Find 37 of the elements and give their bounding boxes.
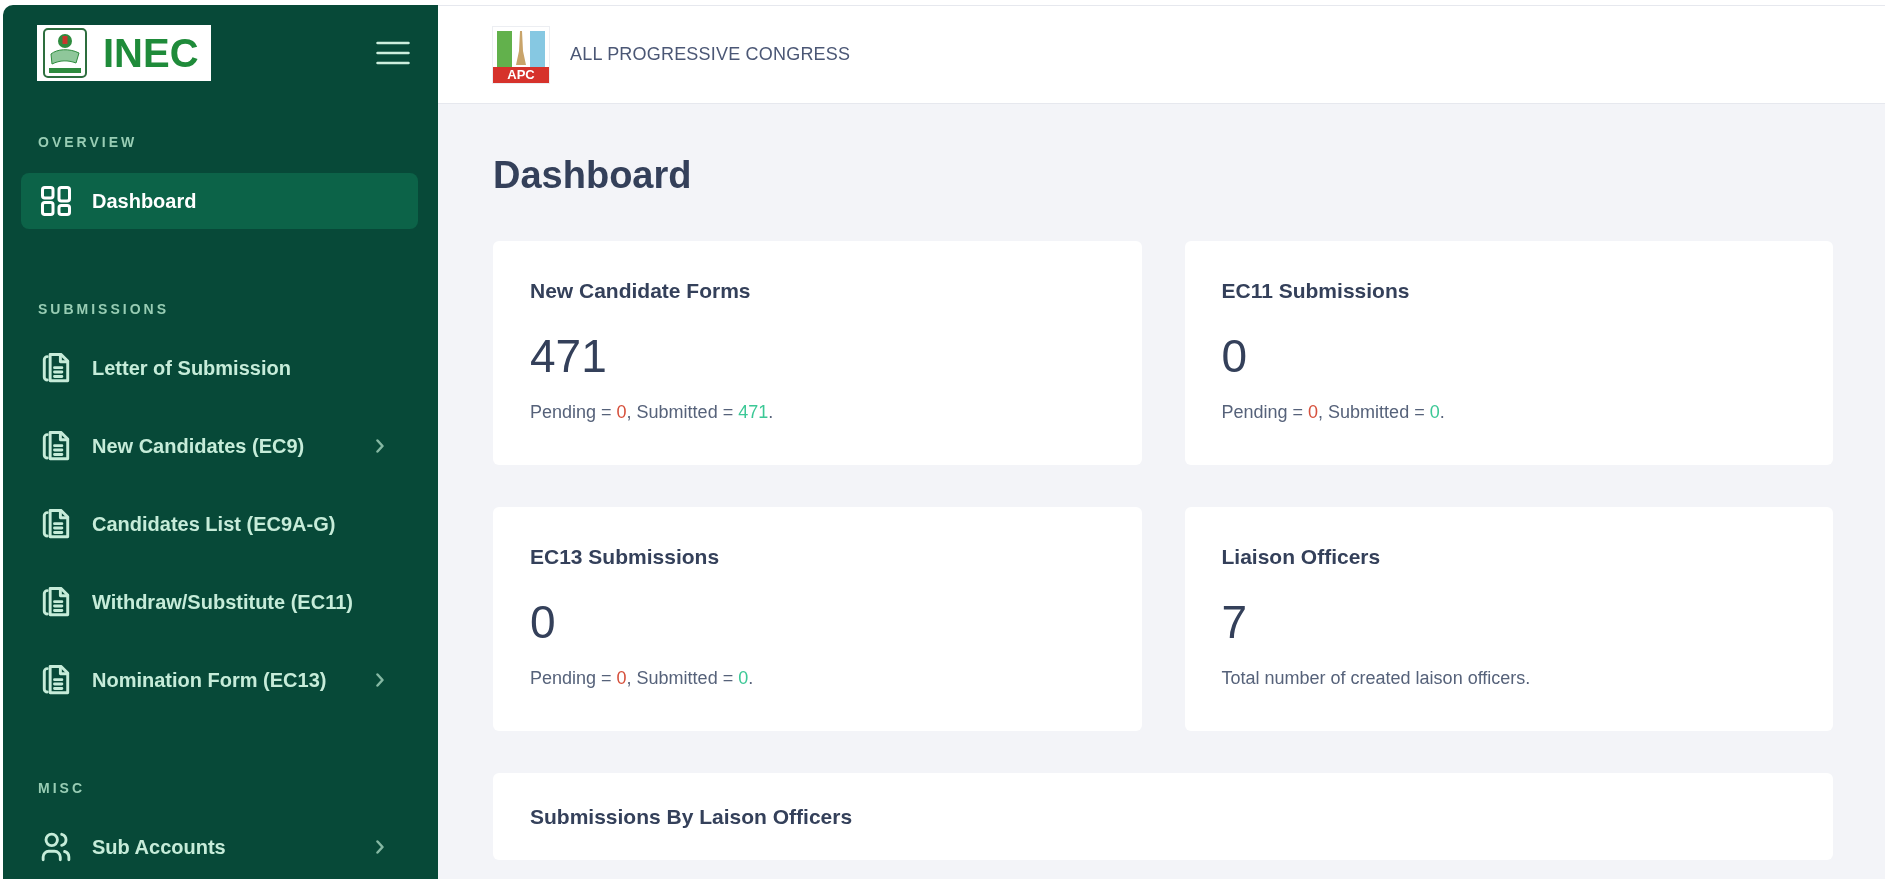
sidebar-item[interactable]: Candidates List (EC9A-G) — [21, 496, 418, 552]
party-name: ALL PROGRESSIVE CONGRESS — [570, 43, 851, 66]
card-title: EC13 Submissions — [530, 544, 721, 570]
card-title: New Candidate Forms — [530, 278, 752, 304]
sidebar-item[interactable]: Sub Accounts — [21, 819, 418, 875]
menu-icon[interactable] — [376, 41, 410, 65]
section-heading: SUBMISSIONS — [37, 300, 170, 318]
grid-icon — [41, 186, 71, 216]
card-title: EC11 Submissions — [1221, 278, 1411, 304]
logo-text: APC — [493, 66, 549, 83]
section-heading: OVERVIEW — [37, 133, 139, 151]
stat-value: 7 — [1221, 595, 1249, 649]
emblem-icon — [43, 28, 87, 78]
sidebar-item[interactable]: Dashboard — [21, 173, 418, 229]
page-title: Dashboard — [493, 153, 693, 198]
card-detail: Total number of created laison officers. — [1221, 667, 1532, 690]
sidebar-item[interactable]: Letter of Submission — [21, 340, 418, 396]
stat-value: 471 — [530, 329, 608, 383]
document-icon — [41, 353, 71, 383]
card-title: Submissions By Laison Officers — [530, 804, 854, 830]
sidebar-item[interactable]: Withdraw/Substitute (EC11) — [21, 574, 418, 630]
users-icon — [41, 832, 71, 862]
card-title: Liaison Officers — [1221, 544, 1382, 570]
card-detail: Pending = 0, Submitted = 0. — [1221, 401, 1446, 424]
sidebar-item[interactable]: New Candidates (EC9) — [21, 418, 418, 474]
document-icon — [41, 431, 71, 461]
stat-value: 0 — [530, 595, 557, 649]
document-icon — [41, 665, 71, 695]
section-heading: MISC — [37, 779, 86, 797]
card-detail: Pending = 0, Submitted = 0. — [530, 667, 755, 690]
document-icon — [41, 509, 71, 539]
logo-text: INEC — [103, 33, 199, 73]
stat-value: 0 — [1221, 329, 1249, 383]
sidebar-item[interactable]: Nomination Form (EC13) — [21, 652, 418, 708]
document-icon — [41, 587, 71, 617]
flag-drawing — [497, 30, 545, 67]
card-detail: Pending = 0, Submitted = 471. — [530, 401, 775, 424]
